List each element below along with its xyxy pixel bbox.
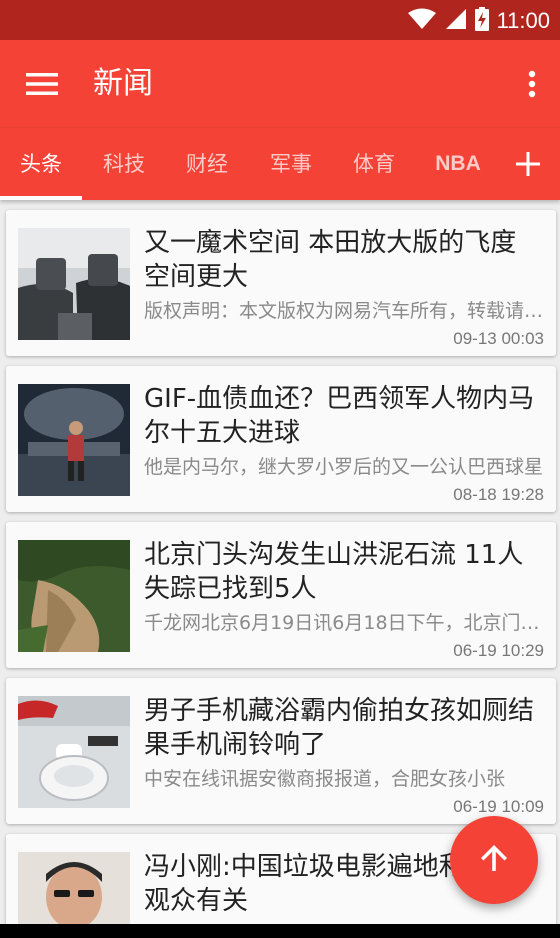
- news-title: 北京门头沟发生山洪泥石流 11人失踪已找到5人: [144, 540, 524, 604]
- news-thumbnail: [18, 384, 130, 496]
- news-summary: 版权声明：本文版权为网易汽车所有，转载请注明出处。: [144, 300, 544, 322]
- plus-icon[interactable]: [512, 148, 544, 180]
- news-thumbnail: [18, 540, 130, 652]
- news-summary: 千龙网北京6月19日讯6月18日下午，北京门头沟: [144, 612, 544, 634]
- news-list: 又一魔术空间 本田放大版的飞度空间更大 版权声明：本文版权为网易汽车所有，转载请…: [0, 200, 560, 924]
- news-thumbnail: [18, 228, 130, 340]
- wifi-icon: [407, 8, 437, 34]
- tab-bar: 头条 科技 财经 军事 体育 NBA: [0, 128, 560, 200]
- tab-tech[interactable]: 科技: [84, 128, 164, 200]
- tab-headlines[interactable]: 头条: [0, 128, 82, 200]
- news-time: 08-18 19:28: [453, 485, 544, 504]
- news-time: 09-13 00:03: [453, 329, 544, 348]
- news-summary: 他是内马尔，继大罗小罗后的又一公认巴西球星: [144, 456, 544, 478]
- scroll-top-button[interactable]: [450, 816, 538, 904]
- battery-charging-icon: [474, 7, 489, 35]
- status-time: 11:00: [496, 8, 550, 33]
- system-nav-bar: [0, 924, 560, 938]
- signal-icon: [445, 8, 467, 34]
- tab-sports[interactable]: 体育: [334, 128, 414, 200]
- news-title: GIF-血债血还？巴西领军人物内马尔十五大进球: [144, 384, 535, 448]
- tab-finance[interactable]: 财经: [167, 128, 247, 200]
- news-time: 06-19 10:09: [453, 797, 544, 816]
- news-card[interactable]: GIF-血债血还？巴西领军人物内马尔十五大进球 他是内马尔，继大罗小罗后的又一公…: [6, 366, 556, 512]
- tab-military[interactable]: 军事: [251, 128, 331, 200]
- status-icons: 11:00: [407, 5, 550, 37]
- app-bar: 新闻: [0, 40, 560, 128]
- news-card[interactable]: 北京门头沟发生山洪泥石流 11人失踪已找到5人 千龙网北京6月19日讯6月18日…: [6, 522, 556, 668]
- news-title: 又一魔术空间 本田放大版的飞度空间更大: [144, 228, 517, 292]
- news-summary: 中安在线讯据安徽商报报道，合肥女孩小张: [144, 768, 506, 790]
- news-title: 男子手机藏浴霸内偷拍女孩如厕结果手机闹铃响了: [144, 696, 535, 760]
- news-card[interactable]: 又一魔术空间 本田放大版的飞度空间更大 版权声明：本文版权为网易汽车所有，转载请…: [6, 210, 556, 356]
- news-thumbnail: [18, 696, 130, 808]
- news-card[interactable]: 男子手机藏浴霸内偷拍女孩如厕结果手机闹铃响了 中安在线讯据安徽商报报道，合肥女孩…: [6, 678, 556, 824]
- hamburger-menu-icon[interactable]: [22, 66, 62, 102]
- more-vert-icon[interactable]: [518, 64, 546, 104]
- tab-nba[interactable]: NBA: [418, 128, 498, 200]
- status-bar: 11:00: [0, 0, 560, 40]
- news-thumbnail: [18, 852, 130, 924]
- app-title: 新闻: [93, 66, 153, 101]
- news-time: 06-19 10:29: [453, 641, 544, 660]
- arrow-up-icon: [477, 841, 511, 879]
